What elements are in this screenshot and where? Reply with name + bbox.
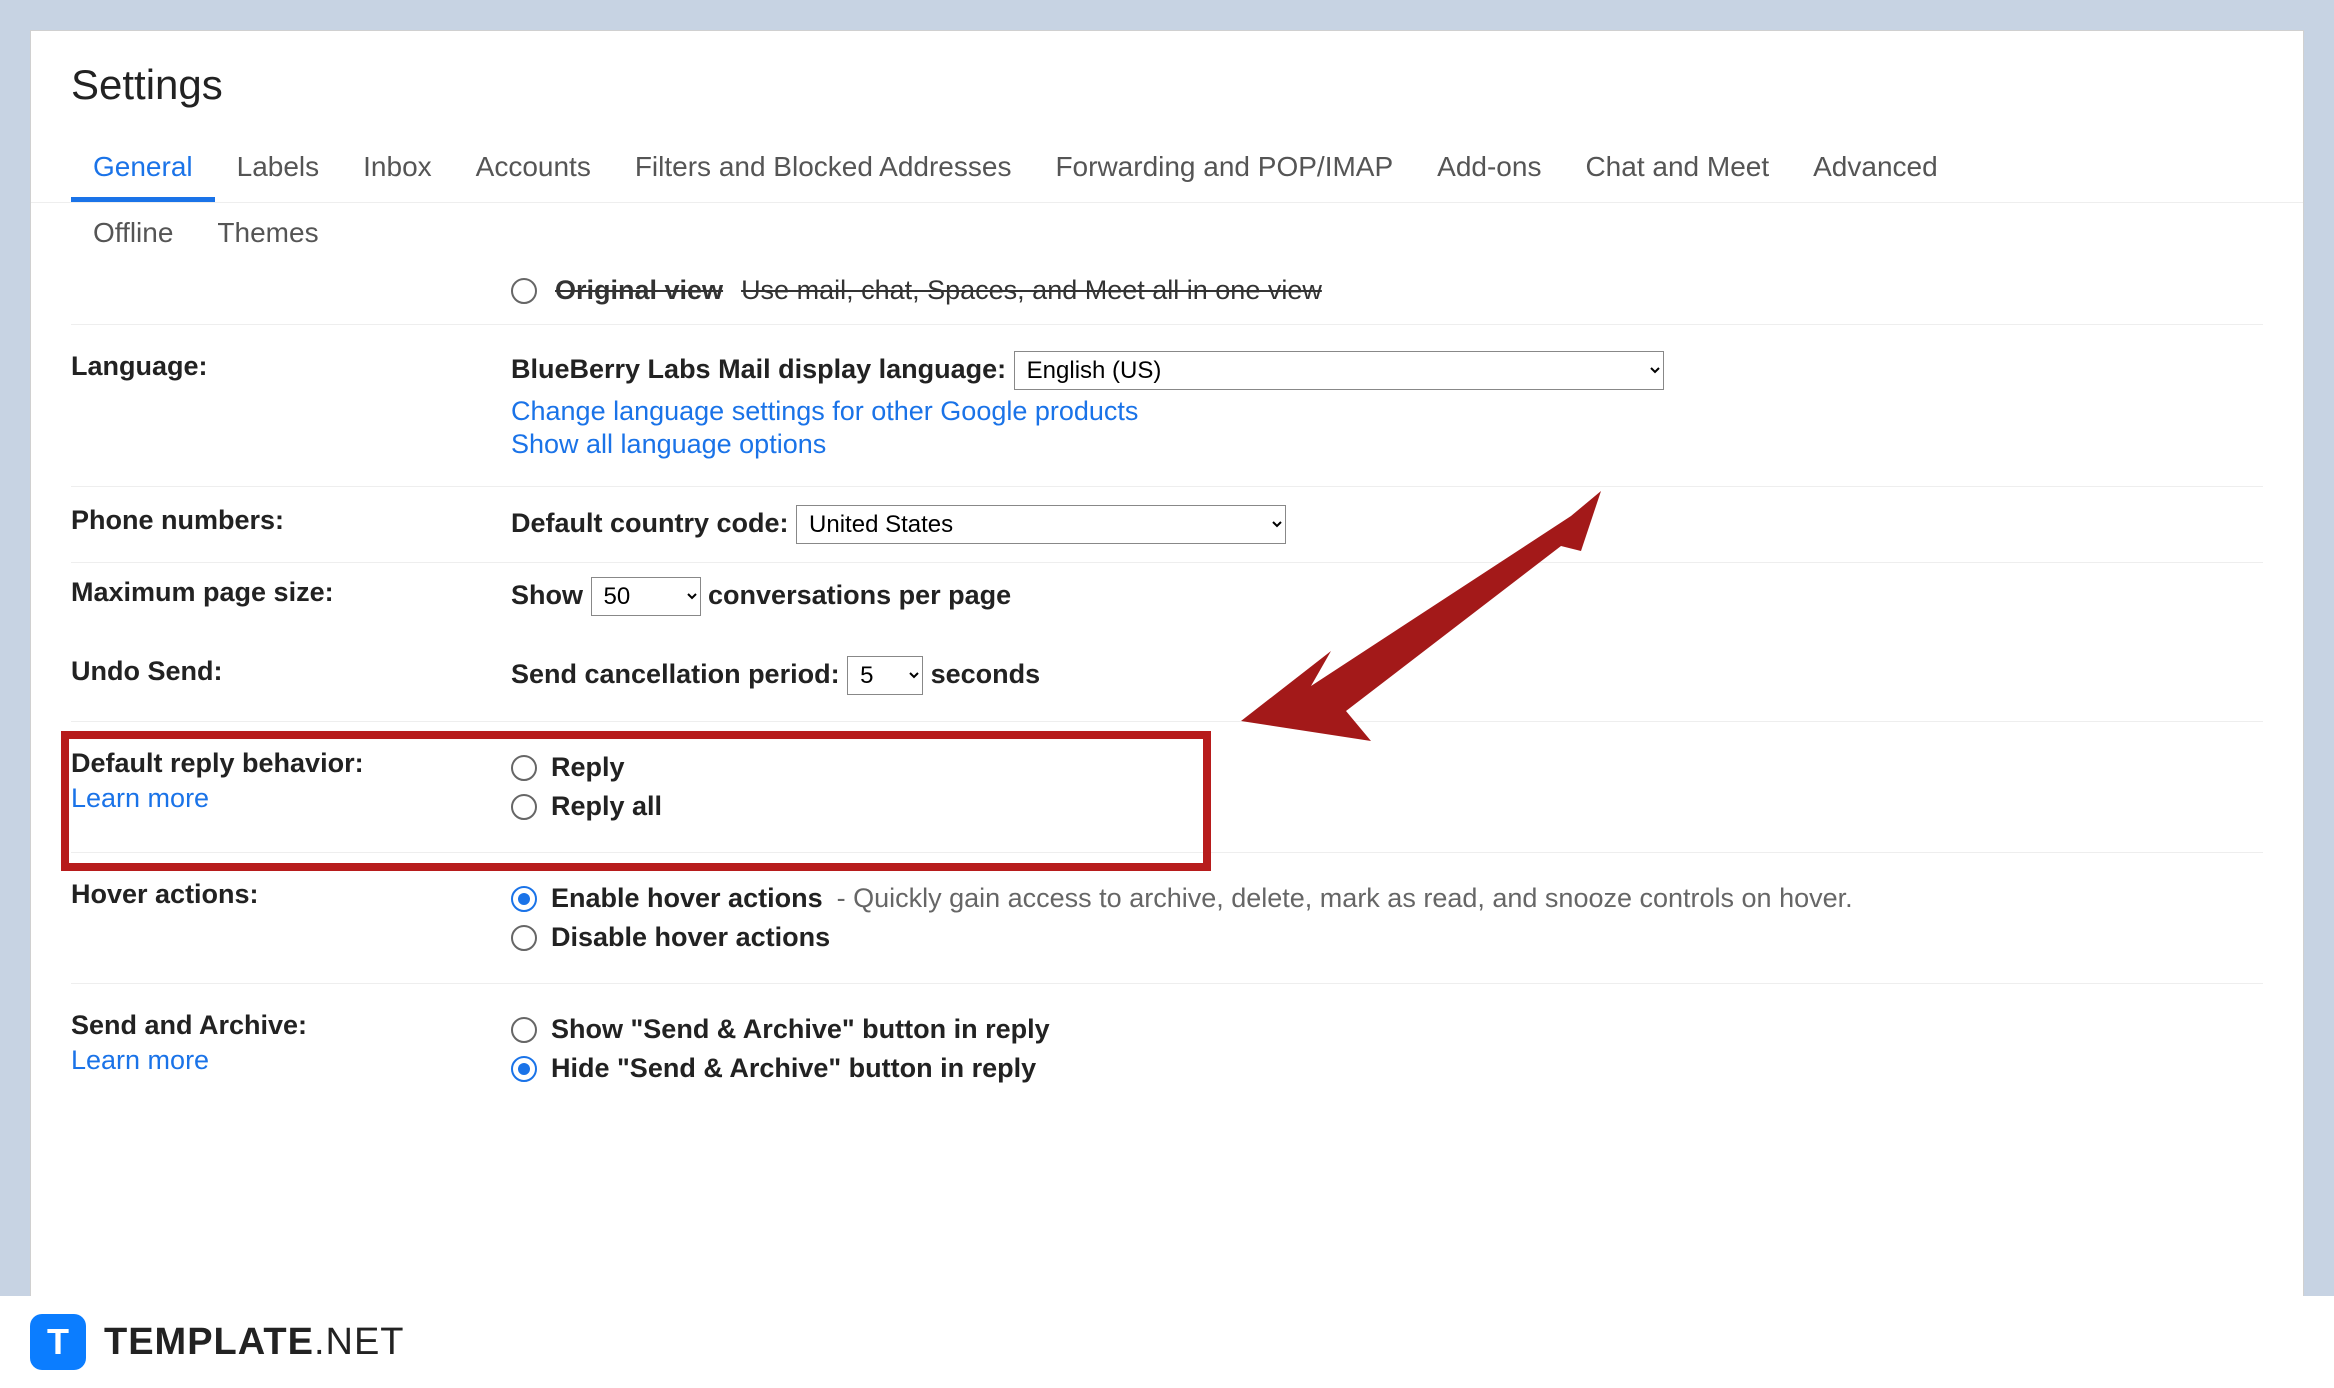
section-pagesize: Maximum page size: Show 50 conversations… xyxy=(71,563,2263,630)
reply-label-text: Default reply behavior: xyxy=(71,748,364,778)
value-hover: Enable hover actions - Quickly gain acce… xyxy=(511,879,2263,957)
reply-opt1: Reply xyxy=(551,752,625,783)
settings-content: Original view Use mail, chat, Spaces, an… xyxy=(31,263,2303,1114)
tab-filters[interactable]: Filters and Blocked Addresses xyxy=(613,137,1034,202)
reply-opt2: Reply all xyxy=(551,791,662,822)
radio-hide-send-archive[interactable]: Hide "Send & Archive" button in reply xyxy=(511,1049,2263,1088)
radio-icon xyxy=(511,794,537,820)
label-undo: Undo Send: xyxy=(71,656,511,695)
language-select[interactable]: English (US) xyxy=(1014,351,1664,390)
tab-chat[interactable]: Chat and Meet xyxy=(1563,137,1791,202)
radio-show-send-archive[interactable]: Show "Send & Archive" button in reply xyxy=(511,1010,2263,1049)
footer-brand-2: .NET xyxy=(314,1321,405,1363)
radio-icon xyxy=(511,925,537,951)
hover-opt1-desc: - Quickly gain access to archive, delete… xyxy=(837,883,1853,914)
archive-opt1: Show "Send & Archive" button in reply xyxy=(551,1014,1050,1045)
tab-themes[interactable]: Themes xyxy=(195,203,340,263)
radio-icon xyxy=(511,755,537,781)
partial-row: Original view Use mail, chat, Spaces, an… xyxy=(71,263,2263,325)
value-archive: Show "Send & Archive" button in reply Hi… xyxy=(511,1010,2263,1088)
settings-window: Settings General Labels Inbox Accounts F… xyxy=(30,30,2304,1300)
archive-label-text: Send and Archive: xyxy=(71,1010,307,1040)
section-undo-send: Undo Send: Send cancellation period: 5 s… xyxy=(71,630,2263,722)
link-change-language[interactable]: Change language settings for other Googl… xyxy=(511,396,2263,427)
tab-advanced[interactable]: Advanced xyxy=(1791,137,1960,202)
section-archive: Send and Archive: Learn more Show "Send … xyxy=(71,984,2263,1114)
tab-addons[interactable]: Add-ons xyxy=(1415,137,1563,202)
label-hover: Hover actions: xyxy=(71,879,511,957)
archive-opt2: Hide "Send & Archive" button in reply xyxy=(551,1053,1036,1084)
label-phone: Phone numbers: xyxy=(71,505,511,544)
radio-reply-all[interactable]: Reply all xyxy=(511,787,2263,826)
tab-accounts[interactable]: Accounts xyxy=(454,137,613,202)
link-learn-reply[interactable]: Learn more xyxy=(71,783,511,814)
value-reply: Reply Reply all xyxy=(511,748,2263,826)
label-pagesize: Maximum page size: xyxy=(71,577,511,616)
tabs-row-1: General Labels Inbox Accounts Filters an… xyxy=(31,137,2303,203)
tab-labels[interactable]: Labels xyxy=(215,137,342,202)
footer-logo-icon: T xyxy=(30,1314,86,1370)
undo-select[interactable]: 5 xyxy=(847,656,923,695)
page-title: Settings xyxy=(31,31,2303,137)
tab-offline[interactable]: Offline xyxy=(71,203,195,263)
link-learn-archive[interactable]: Learn more xyxy=(71,1045,511,1076)
label-reply: Default reply behavior: Learn more xyxy=(71,748,511,826)
tabs-row-2: Offline Themes xyxy=(31,203,2303,263)
radio-icon xyxy=(511,1056,537,1082)
value-phone: Default country code: United States xyxy=(511,505,2263,544)
footer-brand-text: TEMPLATE.NET xyxy=(104,1321,405,1364)
value-undo: Send cancellation period: 5 seconds xyxy=(511,656,2263,695)
radio-disable-hover[interactable]: Disable hover actions xyxy=(511,918,2263,957)
radio-icon[interactable] xyxy=(511,278,537,304)
label-archive: Send and Archive: Learn more xyxy=(71,1010,511,1088)
section-hover: Hover actions: Enable hover actions - Qu… xyxy=(71,853,2263,984)
footer-brand-1: TEMPLATE xyxy=(104,1321,314,1363)
partial-label-2: Use mail, chat, Spaces, and Meet all in … xyxy=(741,275,1322,306)
phone-select[interactable]: United States xyxy=(796,505,1286,544)
phone-prefix: Default country code: xyxy=(511,508,789,538)
undo-prefix: Send cancellation period: xyxy=(511,659,840,689)
section-language: Language: BlueBerry Labs Mail display la… xyxy=(71,325,2263,487)
tab-inbox[interactable]: Inbox xyxy=(341,137,454,202)
label-language: Language: xyxy=(71,351,511,460)
tab-general[interactable]: General xyxy=(71,137,215,202)
language-prefix: BlueBerry Labs Mail display language: xyxy=(511,354,1006,384)
value-pagesize: Show 50 conversations per page xyxy=(511,577,2263,616)
value-language: BlueBerry Labs Mail display language: En… xyxy=(511,351,2263,460)
radio-enable-hover[interactable]: Enable hover actions - Quickly gain acce… xyxy=(511,879,2263,918)
radio-reply[interactable]: Reply xyxy=(511,748,2263,787)
radio-icon xyxy=(511,1017,537,1043)
radio-icon xyxy=(511,886,537,912)
link-show-language-options[interactable]: Show all language options xyxy=(511,429,2263,460)
hover-opt2: Disable hover actions xyxy=(551,922,830,953)
section-reply: Default reply behavior: Learn more Reply… xyxy=(71,722,2263,853)
tab-forwarding[interactable]: Forwarding and POP/IMAP xyxy=(1033,137,1415,202)
partial-label-1: Original view xyxy=(555,275,723,306)
pagesize-suffix: conversations per page xyxy=(708,580,1011,610)
hover-opt1: Enable hover actions xyxy=(551,883,823,914)
pagesize-prefix: Show xyxy=(511,580,583,610)
section-phone: Phone numbers: Default country code: Uni… xyxy=(71,487,2263,563)
pagesize-select[interactable]: 50 xyxy=(591,577,701,616)
footer-branding: T TEMPLATE.NET xyxy=(0,1296,2334,1388)
undo-suffix: seconds xyxy=(931,659,1041,689)
